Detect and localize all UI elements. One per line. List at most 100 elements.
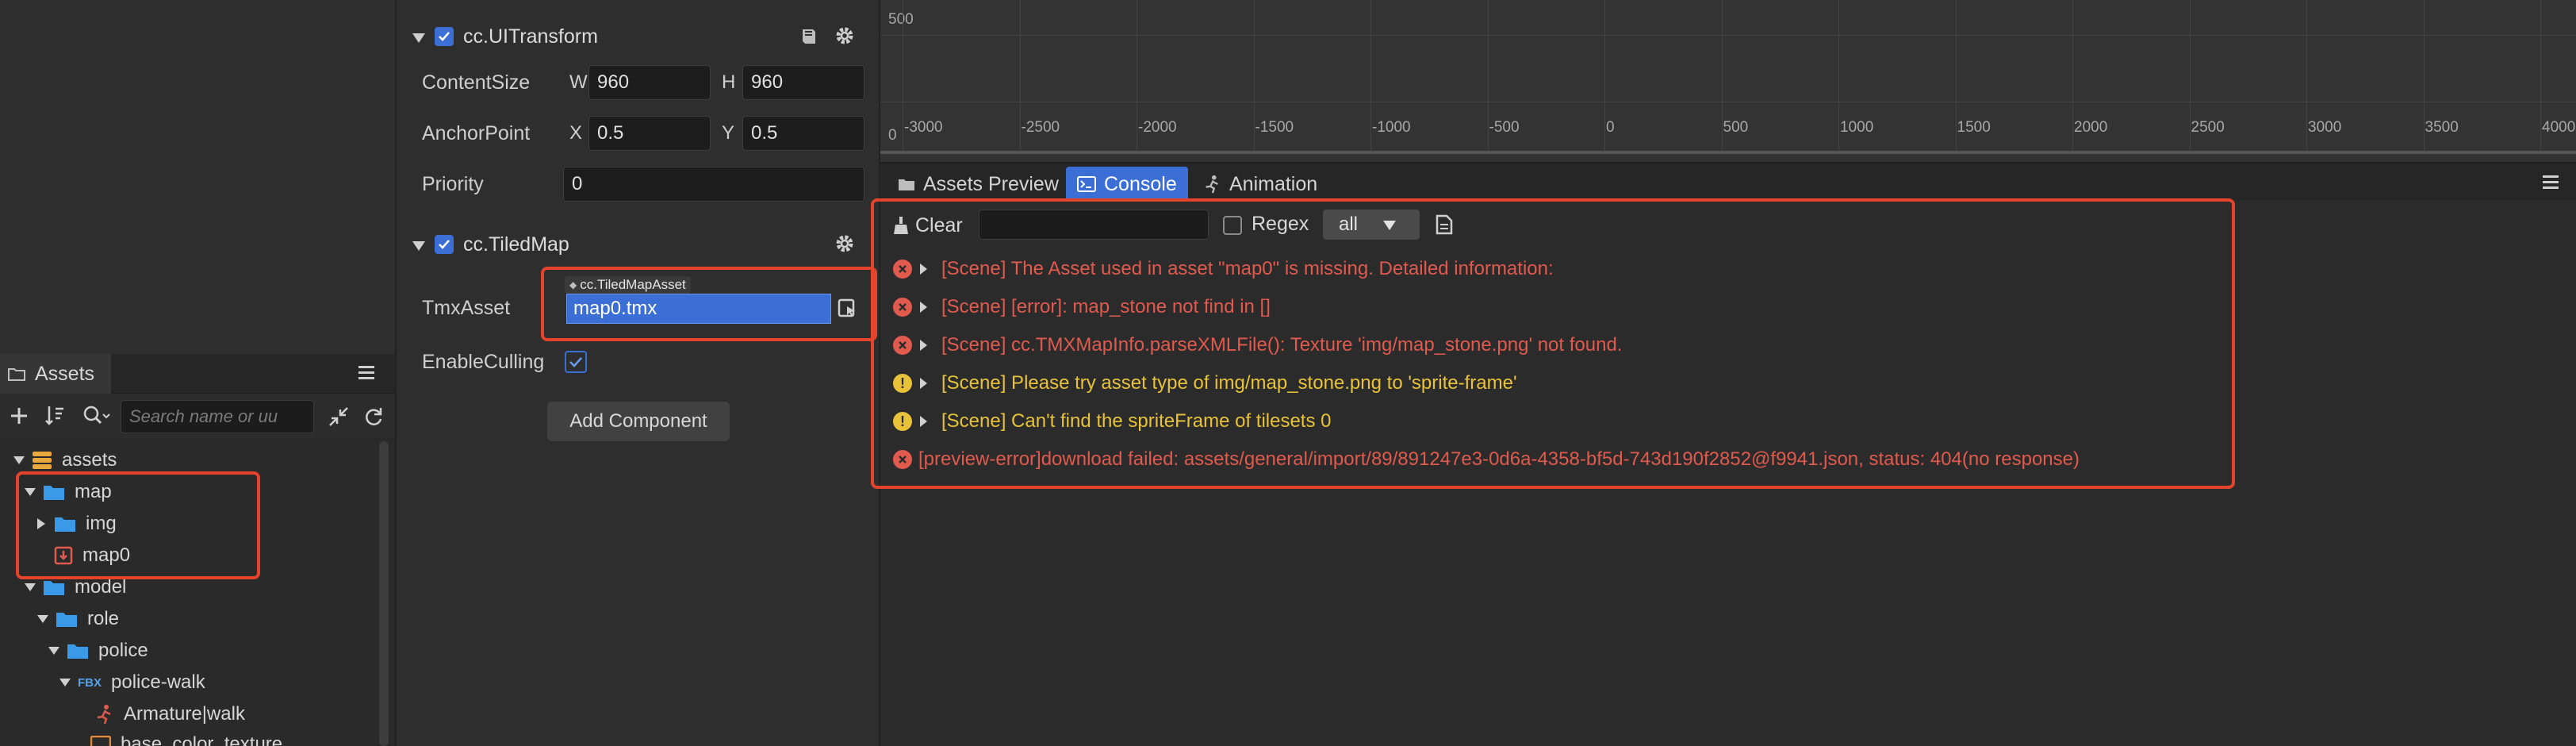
chevron-right-icon[interactable] — [920, 302, 927, 313]
chevron-down-icon[interactable] — [57, 675, 73, 690]
gear-icon[interactable] — [834, 25, 855, 46]
log-message: [Scene] [error]: map_stone not find in [… — [941, 296, 1271, 317]
anchor-point-label: AnchorPoint — [422, 122, 531, 144]
asset-type-text: cc.TiledMapAsset — [580, 277, 686, 292]
regex-checkbox[interactable] — [1223, 216, 1242, 235]
anchor-x-field[interactable]: 0.5 — [588, 116, 711, 151]
chevron-down-icon[interactable] — [412, 25, 425, 48]
clear-button[interactable]: Clear — [893, 208, 963, 243]
add-component-button[interactable]: Add Component — [547, 402, 730, 441]
console-log-row[interactable]: [preview-error]download failed: assets/g… — [880, 442, 2229, 477]
y-tick-label: 0 — [888, 127, 897, 144]
console-log-row[interactable]: [Scene] cc.TMXMapInfo.parseXMLFile(): Te… — [880, 328, 2229, 363]
gear-icon[interactable] — [834, 233, 855, 254]
width-value: 960 — [597, 71, 630, 93]
x-tick-label: -2500 — [1021, 119, 1060, 136]
component-header-tiledmap[interactable]: cc.TiledMap — [412, 229, 569, 260]
tree-item-label: Armature|walk — [124, 703, 245, 725]
priority-field[interactable]: 0 — [563, 167, 864, 202]
anchor-y-field[interactable]: 0.5 — [742, 116, 864, 151]
tree-item-police-walk[interactable]: FBX police-walk — [57, 667, 205, 698]
tab-assets-preview[interactable]: Assets Preview — [887, 167, 1070, 202]
chevron-right-icon[interactable] — [33, 516, 49, 532]
tab-label: Animation — [1229, 172, 1318, 195]
tree-item-model[interactable]: model — [22, 571, 126, 603]
folder-icon — [67, 642, 89, 659]
tree-item-img[interactable]: img — [33, 508, 117, 540]
asset-locate-icon[interactable] — [838, 298, 858, 319]
terminal-icon — [1077, 176, 1096, 192]
tree-item-map0[interactable]: map0 — [49, 540, 130, 571]
h-label: H — [722, 71, 736, 93]
log-message: [Scene] Can't find the spriteFrame of ti… — [941, 410, 1332, 432]
console-log-row[interactable]: ! [Scene] Please try asset type of img/ma… — [880, 366, 2229, 401]
component-header-uitransform[interactable]: cc.UITransform — [412, 21, 598, 52]
panel-menu-icon[interactable] — [358, 365, 374, 379]
chevron-right-icon[interactable] — [920, 263, 927, 275]
open-log-file-icon[interactable] — [1436, 214, 1453, 235]
height-field[interactable]: 960 — [742, 65, 864, 100]
chevron-down-icon[interactable] — [11, 452, 27, 468]
enable-checkbox[interactable] — [435, 27, 454, 46]
chevron-down-icon[interactable] — [35, 611, 51, 627]
tree-item-role[interactable]: role — [35, 603, 119, 635]
animation-icon — [1202, 175, 1221, 194]
grid-line — [2306, 0, 2307, 151]
search-input[interactable] — [121, 400, 314, 433]
broom-icon — [893, 216, 909, 235]
chevron-right-icon[interactable] — [920, 340, 927, 351]
log-level-select[interactable]: all — [1323, 210, 1420, 240]
error-icon — [893, 260, 912, 279]
console-log-row[interactable]: [Scene] The Asset used in asset "map0" i… — [880, 252, 2229, 286]
chevron-right-icon[interactable] — [920, 416, 927, 427]
width-field[interactable]: 960 — [588, 65, 711, 100]
asset-type-badge: ◆ cc.TiledMapAsset — [565, 276, 691, 294]
chevron-down-icon[interactable] — [412, 233, 425, 256]
collapse-all-icon[interactable] — [328, 406, 349, 427]
animation-icon — [94, 704, 114, 725]
filter-input[interactable] — [979, 210, 1209, 240]
clear-label: Clear — [915, 213, 963, 236]
chevron-right-icon[interactable] — [920, 378, 927, 389]
tree-item-base-color-texture[interactable]: base_color_texture — [86, 729, 282, 746]
x-tick-label: 3000 — [2308, 119, 2342, 136]
enable-checkbox[interactable] — [435, 235, 454, 254]
tree-item-police[interactable]: police — [46, 635, 148, 667]
inspector-panel: cc.UITransform ContentSize W 960 H 960 A… — [395, 0, 880, 746]
component-title: cc.UITransform — [463, 25, 598, 48]
tab-console[interactable]: Console — [1066, 167, 1188, 202]
add-icon[interactable] — [10, 406, 29, 425]
sort-icon[interactable] — [44, 405, 68, 427]
dock-menu-icon[interactable] — [2543, 175, 2559, 189]
regex-label: Regex — [1252, 213, 1309, 235]
tree-item-label: map — [75, 481, 112, 502]
assets-tab[interactable]: Assets — [0, 354, 111, 394]
tab-animation[interactable]: Animation — [1191, 167, 1328, 202]
book-icon[interactable] — [799, 27, 818, 46]
tree-item-map[interactable]: map — [22, 476, 112, 508]
tree-item-assets[interactable]: assets — [11, 444, 117, 476]
console-log-row[interactable]: ! [Scene] Can't find the spriteFrame of t… — [880, 404, 2229, 439]
chevron-down-icon[interactable] — [22, 484, 38, 500]
error-icon — [893, 298, 912, 317]
tree-item-armature-walk[interactable]: Armature|walk — [89, 698, 245, 730]
x-tick-label: 500 — [1723, 119, 1749, 136]
x-tick-label: -1500 — [1255, 119, 1294, 136]
log-message: [Scene] The Asset used in asset "map0" i… — [941, 258, 1554, 279]
tree-item-label: assets — [62, 449, 117, 471]
tmx-asset-field[interactable]: map0.tmx — [566, 294, 831, 324]
chevron-down-icon[interactable] — [22, 579, 38, 595]
x-tick-label: 1500 — [1957, 119, 1991, 136]
w-label: W — [569, 71, 588, 93]
grid-line — [2540, 0, 2541, 151]
enable-culling-checkbox[interactable] — [565, 351, 587, 373]
refresh-icon[interactable] — [363, 406, 384, 427]
scene-view[interactable]: 500 0 -3000 -2500 -2000 -1500 -1000 -500 0 500 1… — [880, 0, 2576, 162]
chevron-down-icon[interactable] — [46, 643, 62, 659]
x-tick-label: 4000 — [2542, 119, 2576, 136]
enable-culling-label: EnableCulling — [422, 351, 545, 373]
scene-bottom-edge — [880, 151, 2576, 154]
console-log-row[interactable]: [Scene] [error]: map_stone not find in [… — [880, 290, 2229, 325]
search-type-icon[interactable] — [82, 405, 111, 427]
tree-scrollbar[interactable] — [379, 441, 389, 746]
